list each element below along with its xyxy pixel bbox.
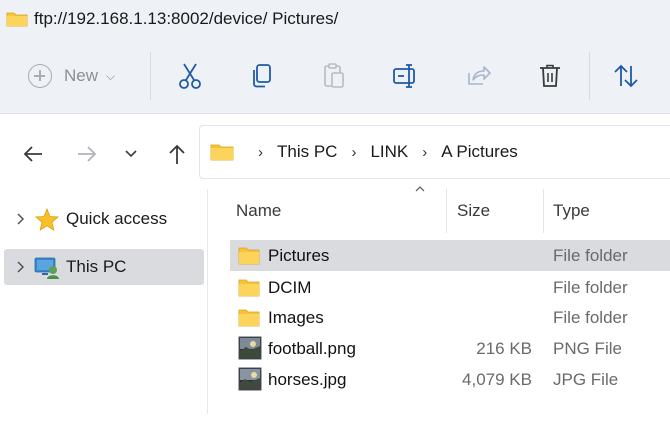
sort-button[interactable] [610, 60, 642, 92]
paste-icon [324, 63, 344, 88]
forward-button[interactable] [72, 139, 102, 169]
file-name: football.png [268, 339, 356, 358]
share-icon [468, 66, 491, 85]
sidebar-item-label: This PC [66, 257, 127, 276]
delete-icon [540, 64, 560, 87]
file-name: Pictures [268, 246, 330, 265]
breadcrumb-pictures[interactable]: A Pictures [441, 142, 518, 162]
folder-icon [6, 12, 28, 27]
paste-button[interactable] [318, 60, 350, 92]
cut-button[interactable] [174, 60, 206, 92]
column-header-size[interactable]: Size [457, 201, 490, 221]
cut-icon [179, 63, 201, 89]
file-row-pictures[interactable]: Pictures File folder [230, 240, 670, 271]
sidebar-item-this-pc[interactable]: This PC [4, 249, 204, 285]
chevron-right-icon: › [258, 143, 263, 161]
column-header-type[interactable]: Type [553, 201, 590, 221]
back-button[interactable] [18, 139, 48, 169]
sort-ascending-icon [415, 186, 425, 192]
star-icon [34, 207, 60, 231]
column-divider[interactable] [543, 189, 544, 233]
plus-icon [28, 64, 52, 88]
toolbar-divider [150, 52, 151, 100]
window-title: ftp://192.168.1.13:8002/device/ Pictures… [34, 9, 339, 28]
file-list: Name Size Type Pictures File folder DCIM… [216, 186, 670, 422]
breadcrumb-link[interactable]: LINK [370, 142, 408, 162]
column-header-name[interactable]: Name [236, 201, 281, 221]
file-type: PNG File [553, 339, 622, 358]
file-type: File folder [553, 278, 628, 297]
copy-button[interactable] [246, 60, 278, 92]
folder-icon [238, 247, 260, 265]
new-button[interactable]: New ⌵ [28, 62, 115, 90]
file-size: 4,079 KB [462, 370, 532, 389]
new-button-label: New [64, 66, 99, 85]
folder-icon [238, 309, 260, 327]
file-name: DCIM [268, 278, 312, 297]
file-name: Images [268, 308, 324, 327]
file-type: JPG File [553, 370, 619, 389]
share-button[interactable] [462, 60, 494, 92]
file-type: File folder [553, 246, 628, 265]
chevron-down-icon: ⌵ [106, 68, 116, 83]
file-name: horses.jpg [268, 370, 347, 389]
navigation-pane: Quick access This PC [0, 189, 208, 422]
rename-button[interactable] [390, 60, 422, 92]
command-toolbar: New ⌵ [0, 38, 670, 114]
recent-locations-button[interactable] [116, 139, 146, 169]
copy-icon [253, 64, 271, 88]
pane-divider[interactable] [207, 189, 208, 414]
file-type: File folder [553, 308, 628, 327]
folder-icon [238, 279, 260, 297]
chevron-down-icon [125, 150, 137, 158]
chevron-right-icon[interactable] [4, 212, 34, 226]
title-bar: ftp://192.168.1.13:8002/device/ Pictures… [0, 0, 670, 38]
folder-icon [210, 144, 234, 161]
arrow-right-icon [78, 146, 97, 162]
breadcrumb-this-pc[interactable]: This PC [277, 142, 337, 162]
rename-icon [393, 64, 415, 88]
navigation-bar: › This PC › LINK › A Pictures [0, 115, 670, 189]
sidebar-item-label: Quick access [66, 209, 168, 228]
image-file-icon [238, 336, 262, 360]
file-row-images[interactable]: Images File folder [230, 302, 670, 333]
toolbar-divider [589, 52, 590, 100]
image-file-icon [238, 367, 262, 391]
sidebar-item-quick-access[interactable]: Quick access [4, 201, 204, 237]
this-pc-icon [34, 255, 60, 279]
file-size: 216 KB [476, 339, 532, 358]
arrow-up-icon [169, 144, 185, 164]
column-divider[interactable] [446, 189, 447, 233]
chevron-right-icon: › [422, 143, 428, 161]
delete-button[interactable] [534, 60, 566, 92]
file-row-dcim[interactable]: DCIM File folder [230, 272, 670, 303]
file-row-football[interactable]: football.png 216 KB PNG File [230, 333, 670, 364]
file-row-horses[interactable]: horses.jpg 4,079 KB JPG File [230, 364, 670, 395]
chevron-right-icon: › [351, 143, 357, 161]
arrow-left-icon [23, 146, 42, 162]
sort-icon [614, 64, 638, 88]
chevron-right-icon[interactable] [4, 260, 34, 274]
column-headers: Name Size Type [216, 186, 670, 235]
up-button[interactable] [162, 139, 192, 169]
address-bar[interactable]: › This PC › LINK › A Pictures [199, 125, 670, 179]
